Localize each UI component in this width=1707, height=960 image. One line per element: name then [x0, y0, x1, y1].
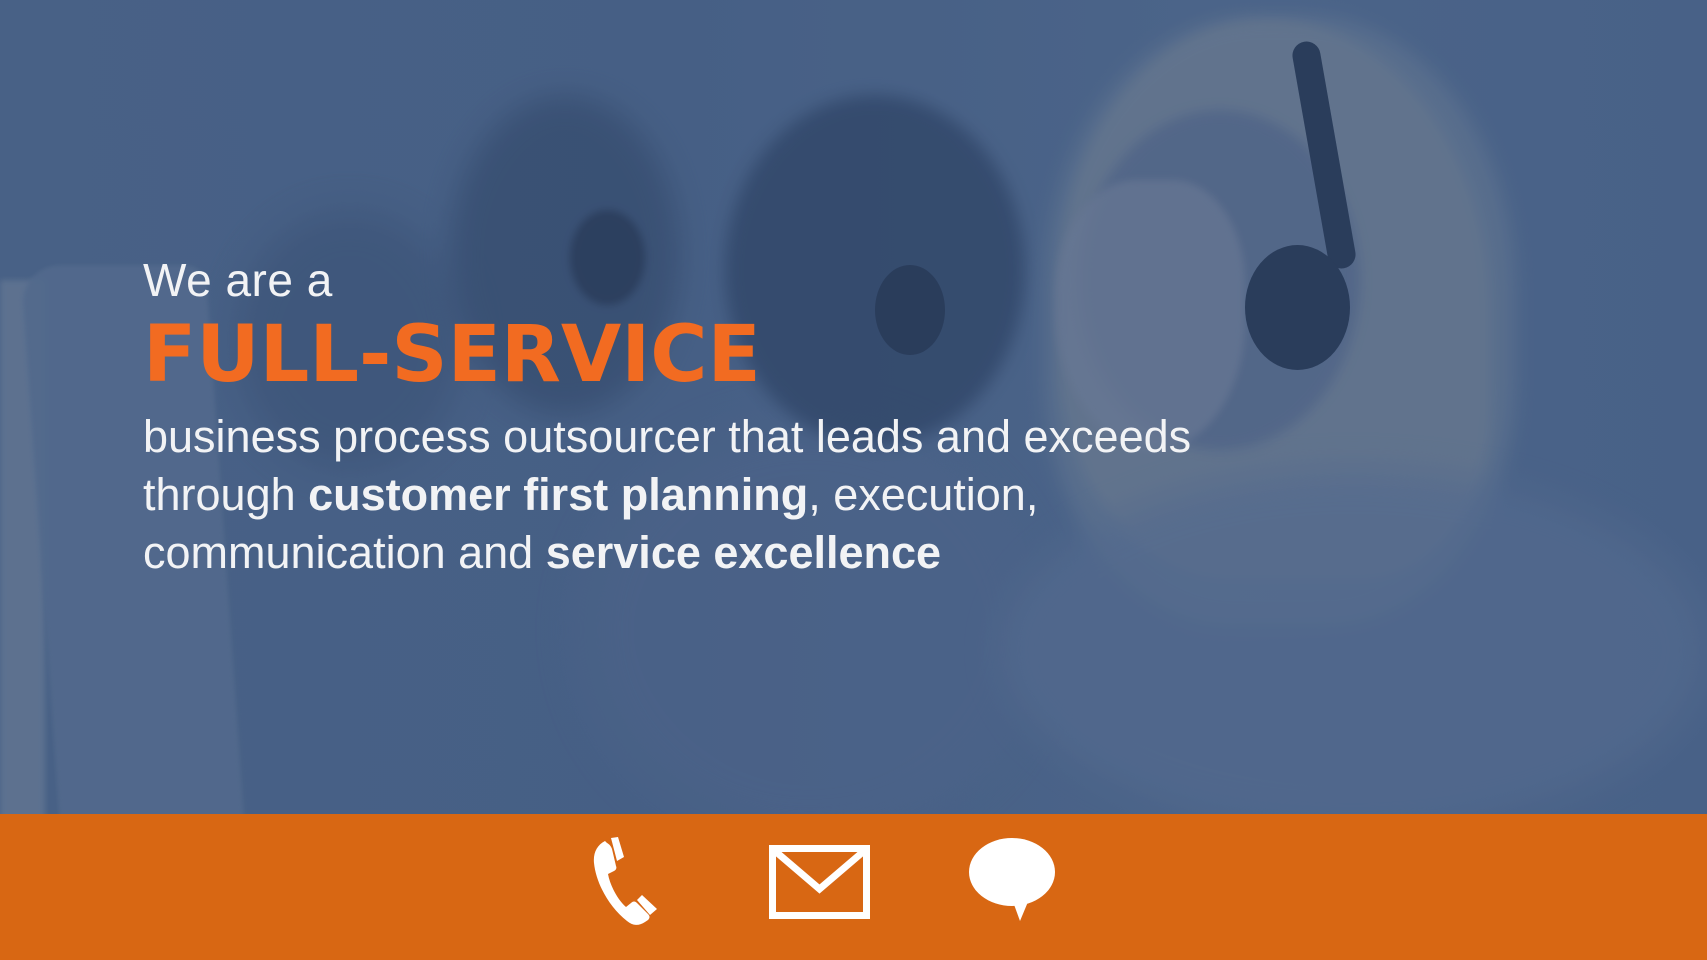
tagline-line-1: business process outsourcer that leads a…	[143, 411, 1192, 462]
tagline: business process outsourcer that leads a…	[143, 408, 1191, 582]
tagline-text: through	[143, 469, 309, 520]
phone-icon[interactable]	[587, 837, 659, 927]
tagline-line-3: communication and service excellence	[143, 524, 1191, 582]
intro-text: We are a	[143, 254, 333, 306]
tagline-text: communication and	[143, 527, 546, 578]
tagline-line-2: through customer first planning, executi…	[143, 466, 1191, 524]
mail-icon[interactable]	[769, 845, 870, 919]
tagline-emphasis: customer first planning	[308, 469, 809, 520]
hero-copy: We are a FULL-SERVICE business process o…	[143, 250, 1191, 582]
tagline-text: , execution,	[808, 469, 1039, 520]
chat-icon[interactable]	[968, 837, 1056, 921]
tagline-emphasis: service excellence	[545, 527, 942, 578]
headline: FULL-SERVICE	[143, 310, 761, 400]
